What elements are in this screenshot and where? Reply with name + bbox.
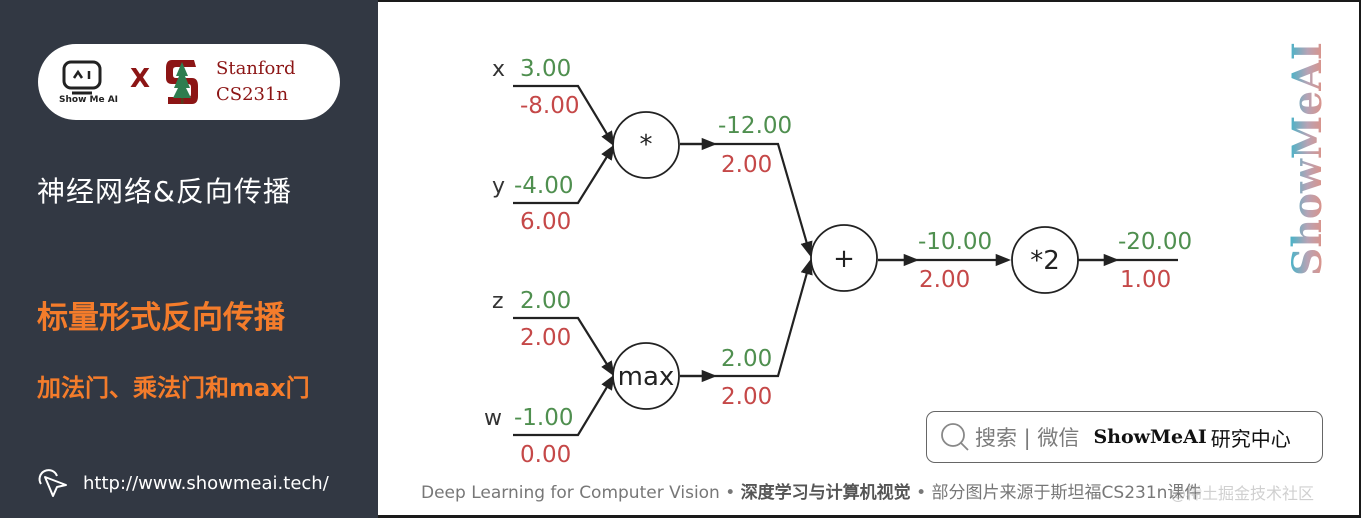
input-name-y: y — [492, 174, 505, 199]
search-hint: 搜索 | 微信 — [975, 426, 1080, 450]
gate-mul-label: * — [640, 130, 653, 160]
input-name-z: z — [492, 289, 504, 314]
logo-banner: Show Me AI X Stanford CS231n — [38, 44, 340, 120]
graph-canvas: * max + *2 x 3.00 -8.00 y -4.00 6.00 z 2… — [484, 56, 1192, 468]
watermark-text: ShowMeAI — [1287, 42, 1331, 276]
website-link-row[interactable]: http://www.showmeai.tech/ — [37, 468, 329, 498]
input-value-y: -4.00 — [514, 173, 574, 199]
input-value-z: 2.00 — [520, 288, 571, 314]
footer-course-en: Deep Learning for Computer Vision — [421, 483, 720, 503]
input-grad-z: 2.00 — [520, 325, 571, 351]
scale-out-value: -20.00 — [1118, 229, 1192, 255]
scale-out-grad: 1.00 — [1120, 267, 1171, 293]
footer-sep-1: • — [719, 483, 741, 503]
sidebar: Show Me AI X Stanford CS231n 神经网络&反向传播 标… — [0, 0, 378, 518]
input-grad-y: 6.00 — [520, 209, 571, 235]
footer-caption: Deep Learning for Computer Vision • 深度学习… — [421, 478, 1201, 503]
showmeai-logo-label: Show Me AI — [59, 95, 119, 105]
course-subject: 神经网络&反向传播 — [37, 175, 292, 208]
input-grad-x: -8.00 — [520, 93, 580, 119]
mul-out-value: -12.00 — [718, 113, 792, 139]
footer-source: 部分图片来源于斯坦福CS231n课件 — [931, 483, 1202, 503]
wechat-search-box[interactable]: 搜索 | 微信 ShowMeAI 研究中心 — [926, 411, 1323, 463]
max-out-grad: 2.00 — [721, 384, 772, 410]
input-value-x: 3.00 — [520, 56, 571, 82]
stanford-name: Stanford — [216, 58, 296, 79]
footer-sep-2: • — [910, 483, 932, 503]
mul-out-grad: 2.00 — [721, 152, 772, 178]
search-icon — [941, 423, 969, 451]
cursor-click-icon — [38, 469, 67, 497]
max-out-value: 2.00 — [721, 346, 772, 372]
platform-watermark: @稀土掘金技术社区 — [1170, 484, 1315, 503]
input-grad-w: 0.00 — [520, 442, 571, 468]
gate-max-label: max — [618, 362, 675, 392]
showmeai-vertical-watermark: ShowMeAI — [1287, 42, 1331, 276]
stanford-logo-icon — [166, 60, 198, 104]
gate-scale-label: *2 — [1030, 246, 1060, 276]
gate-add-label: + — [833, 244, 855, 274]
lesson-title: 标量形式反向传播 — [37, 300, 285, 336]
search-suffix: 研究中心 — [1210, 426, 1291, 451]
collab-x-mark: X — [130, 64, 151, 94]
add-out-grad: 2.00 — [919, 267, 970, 293]
add-out-value: -10.00 — [918, 229, 992, 255]
input-name-w: w — [484, 406, 502, 431]
computational-graph: * max + *2 x 3.00 -8.00 y -4.00 6.00 z 2… — [378, 0, 1361, 470]
search-brand: ShowMeAI — [1093, 426, 1207, 448]
website-link[interactable]: http://www.showmeai.tech/ — [83, 473, 329, 494]
lesson-subtitle: 加法门、乘法门和max门 — [37, 374, 310, 402]
input-name-x: x — [492, 57, 505, 82]
input-value-w: -1.00 — [514, 405, 574, 431]
footer-course-cn: 深度学习与计算机视觉 — [740, 483, 911, 503]
course-code: CS231n — [216, 84, 289, 105]
stanford-course-label: Stanford CS231n — [216, 56, 296, 108]
